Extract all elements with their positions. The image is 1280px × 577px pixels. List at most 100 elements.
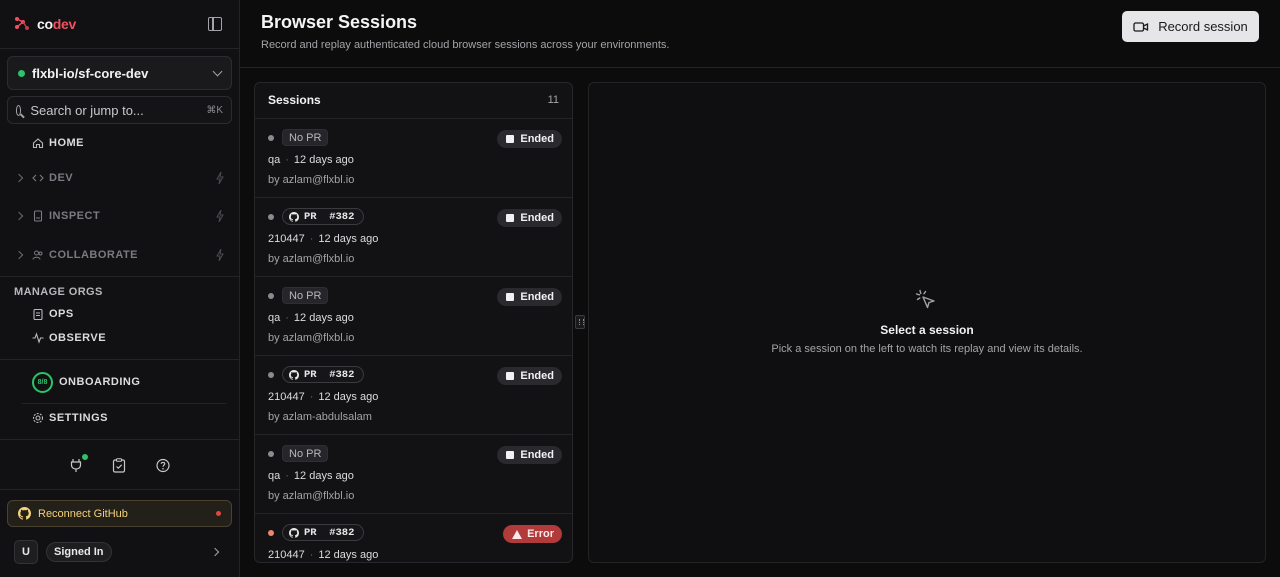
status-badge: Ended [497, 209, 562, 227]
session-meta: 210447 · 12 days ago [268, 233, 378, 245]
sidebar-item-label: INSPECT [49, 210, 101, 222]
search-shortcut: ⌘K [206, 104, 223, 116]
session-author: by azlam@flxbl.io [268, 253, 355, 265]
session-branch: 210447 [268, 233, 305, 245]
sidebar-item-settings[interactable]: SETTINGS [0, 407, 239, 429]
status-label: Ended [520, 370, 554, 382]
session-row[interactable]: PR #382 Error 210447 · 12 days ago [255, 514, 572, 562]
session-status-dot [268, 451, 274, 457]
search-input[interactable] [30, 102, 207, 118]
record-session-label: Record session [1158, 19, 1248, 34]
sidebar-item-inspect[interactable]: INSPECT [0, 205, 239, 227]
repo-status-dot [18, 69, 25, 77]
app-logo[interactable]: codev [13, 15, 76, 33]
cursor-click-icon [915, 289, 935, 309]
logo-suffix: dev [52, 16, 77, 32]
manage-orgs-heading: MANAGE ORGS [14, 286, 103, 298]
sidebar-divider [22, 403, 226, 404]
search-icon [16, 104, 22, 116]
session-author: by azlam-abdulsalam [268, 411, 372, 423]
sessions-panel: Sessions 11 No PR Ended qa · 12 days ago b… [254, 82, 573, 563]
help-icon[interactable] [156, 458, 170, 473]
sidebar-item-label: SETTINGS [49, 412, 109, 424]
clipboard-icon [33, 308, 43, 320]
session-branch: qa [268, 154, 281, 166]
pr-badge[interactable]: PR #382 [282, 208, 364, 225]
session-meta: 210447 · 12 days ago [268, 549, 378, 561]
pin-icon[interactable] [215, 210, 225, 222]
sessions-title: Sessions [268, 93, 321, 107]
session-status-dot [268, 372, 274, 378]
pin-icon[interactable] [215, 249, 225, 261]
chevron-right-icon [14, 250, 24, 260]
status-badge: Ended [497, 446, 562, 464]
signed-in-badge: Signed In [46, 542, 112, 562]
pin-icon[interactable] [215, 172, 225, 184]
status-badge: Error [503, 525, 562, 543]
session-detail-panel: Select a session Pick a session on the l… [588, 82, 1266, 563]
page-subtitle: Record and replay authenticated cloud br… [261, 39, 670, 51]
session-status-dot [268, 135, 274, 141]
sidebar-item-dev[interactable]: DEV [0, 167, 239, 189]
session-status-dot [268, 214, 274, 220]
empty-state-subtitle: Pick a session on the left to watch its … [771, 343, 1083, 355]
github-icon [18, 507, 31, 520]
pr-badge[interactable]: PR #382 [282, 524, 364, 541]
session-row[interactable]: PR #382 Ended 210447 · 12 days ago by azla… [255, 198, 572, 277]
record-session-button[interactable]: Record session [1122, 11, 1259, 42]
activity-icon [32, 332, 44, 344]
repo-selector[interactable]: flxbl-io/sf-core-dev [7, 56, 232, 90]
chevron-right-icon [210, 547, 220, 557]
separator: · [285, 312, 289, 324]
sidebar: codev flxbl-io/sf-core-dev ⌘K HOME DEV I… [0, 0, 240, 577]
clipboard-check-icon[interactable] [112, 458, 126, 473]
sidebar-item-label: ONBOARDING [59, 376, 141, 388]
session-time: 12 days ago [293, 154, 354, 166]
panel-resize-handle[interactable] [575, 315, 585, 329]
connection-status-dot [82, 454, 88, 460]
session-row[interactable]: No PR Ended qa · 12 days ago by azlam@flxb… [255, 119, 572, 198]
status-badge: Ended [497, 367, 562, 385]
stop-icon [506, 135, 515, 143]
stop-icon [506, 372, 515, 380]
sidebar-item-collaborate[interactable]: COLLABORATE [0, 244, 239, 266]
sidebar-divider [0, 276, 239, 277]
reconnect-github-button[interactable]: Reconnect GitHub [7, 500, 232, 527]
session-author: by azlam@flxbl.io [268, 174, 355, 186]
session-row[interactable]: No PR Ended qa · 12 days ago by azlam@flxb… [255, 277, 572, 356]
sidebar-item-home[interactable]: HOME [0, 132, 239, 154]
sidebar-item-ops[interactable]: OPS [0, 303, 239, 325]
users-icon [32, 250, 43, 260]
sidebar-item-observe[interactable]: OBSERVE [0, 327, 239, 349]
separator: · [285, 470, 289, 482]
page-title: Browser Sessions [261, 12, 418, 32]
session-meta: qa · 12 days ago [268, 312, 354, 324]
stop-icon [506, 214, 515, 222]
pr-label: PR #382 [304, 210, 355, 223]
sidebar-collapse-icon[interactable] [208, 17, 222, 31]
sidebar-item-label: OBSERVE [49, 332, 107, 344]
pr-label: PR #382 [304, 526, 355, 539]
sidebar-divider [0, 439, 239, 440]
search-box[interactable]: ⌘K [7, 96, 232, 124]
page-header: Browser Sessions Record and replay authe… [240, 0, 1280, 68]
warning-icon [512, 529, 523, 539]
sidebar-item-label: OPS [49, 308, 74, 320]
stop-icon [506, 451, 515, 459]
separator: · [285, 154, 289, 166]
session-row[interactable]: PR #382 Ended 210447 · 12 days ago by azla… [255, 356, 572, 435]
pr-label: PR #382 [304, 368, 355, 381]
sidebar-item-label: HOME [49, 137, 84, 149]
pr-badge[interactable]: PR #382 [282, 366, 364, 383]
empty-state-title: Select a session [880, 323, 974, 337]
session-row[interactable]: No PR Ended qa · 12 days ago by azlam@flxb… [255, 435, 572, 514]
status-label: Ended [520, 449, 554, 461]
sidebar-divider [0, 489, 239, 490]
sidebar-item-onboarding[interactable]: ONBOARDING [0, 371, 239, 393]
status-label: Ended [520, 212, 554, 224]
reconnect-github-label: Reconnect GitHub [38, 507, 128, 520]
chevron-right-icon [14, 173, 24, 183]
user-menu[interactable]: U Signed In [14, 540, 232, 564]
github-icon [289, 527, 299, 538]
plug-icon[interactable] [69, 458, 83, 473]
